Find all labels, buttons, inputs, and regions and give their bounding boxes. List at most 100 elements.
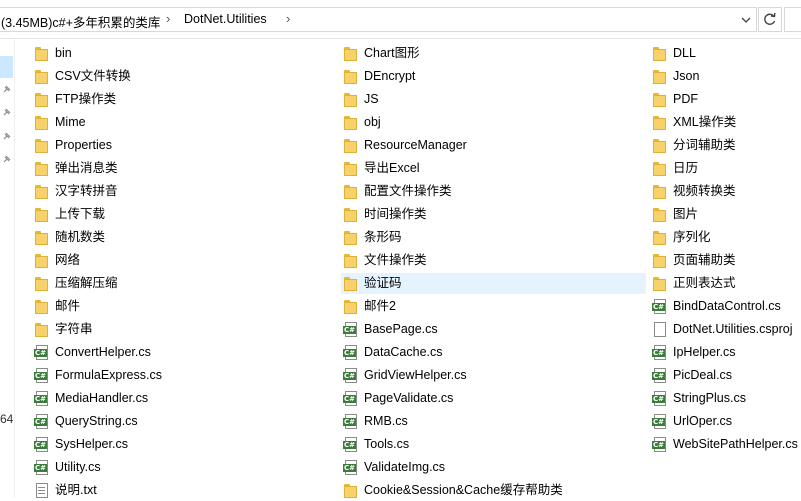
file-item[interactable]: IpHelper.cs (650, 342, 801, 363)
refresh-icon (764, 12, 776, 25)
folder-item[interactable]: obj (341, 112, 646, 133)
breadcrumb-item-current[interactable]: DotNet.Utilities (184, 12, 267, 26)
folder-item[interactable]: 正则表达式 (650, 273, 801, 294)
item-label: 随机数类 (55, 230, 106, 244)
csharp-file-icon (34, 390, 50, 407)
file-item[interactable]: DataCache.cs (341, 342, 646, 363)
file-item[interactable]: UrlOper.cs (650, 411, 801, 432)
file-item[interactable]: DotNet.Utilities.csproj (650, 319, 801, 340)
item-label: DLL (673, 46, 696, 60)
folder-icon (34, 161, 50, 177)
folder-item[interactable]: 验证码 (341, 273, 646, 294)
folder-item[interactable]: ResourceManager (341, 135, 646, 156)
file-item[interactable]: ValidateImg.cs (341, 457, 646, 478)
folder-item[interactable]: 序列化 (650, 227, 801, 248)
item-label: IpHelper.cs (673, 345, 736, 359)
folder-item[interactable]: 邮件2 (341, 296, 646, 317)
folder-item[interactable]: bin (32, 43, 328, 64)
breadcrumb-separator[interactable]: › (166, 11, 170, 26)
folder-icon (343, 253, 359, 269)
folder-icon (34, 276, 50, 292)
folder-icon (652, 138, 668, 154)
file-item[interactable]: BindDataControl.cs (650, 296, 801, 317)
breadcrumb-item-parent[interactable]: (3.45MB)c#+多年积累的类库 (1, 12, 160, 31)
folder-item[interactable]: 页面辅助类 (650, 250, 801, 271)
folder-item[interactable]: CSV文件转换 (32, 66, 328, 87)
item-label: 弹出消息类 (55, 161, 118, 175)
folder-item[interactable]: 配置文件操作类 (341, 181, 646, 202)
file-item[interactable]: PicDeal.cs (650, 365, 801, 386)
folder-icon (652, 92, 668, 108)
item-label: bin (55, 46, 72, 60)
folder-item[interactable]: 随机数类 (32, 227, 328, 248)
folder-item[interactable]: 字符串 (32, 319, 328, 340)
folder-item[interactable]: 上传下载 (32, 204, 328, 225)
file-item[interactable]: StringPlus.cs (650, 388, 801, 409)
folder-icon (34, 69, 50, 85)
breadcrumb[interactable]: (3.45MB)c#+多年积累的类库 › DotNet.Utilities › (0, 7, 757, 32)
item-label: 时间操作类 (364, 207, 427, 221)
folder-item[interactable]: Properties (32, 135, 328, 156)
folder-item[interactable]: 条形码 (341, 227, 646, 248)
folder-item[interactable]: 时间操作类 (341, 204, 646, 225)
item-label: 配置文件操作类 (364, 184, 452, 198)
folder-icon (343, 161, 359, 177)
item-label: 分词辅助类 (673, 138, 736, 152)
folder-item[interactable]: 弹出消息类 (32, 158, 328, 179)
file-item[interactable]: ConvertHelper.cs (32, 342, 328, 363)
folder-item[interactable]: JS (341, 89, 646, 110)
folder-item[interactable]: XML操作类 (650, 112, 801, 133)
navigation-pane: 64 (0, 39, 15, 498)
folder-icon (652, 276, 668, 292)
folder-item[interactable]: 网络 (32, 250, 328, 271)
folder-item[interactable]: 文件操作类 (341, 250, 646, 271)
file-item[interactable]: GridViewHelper.cs (341, 365, 646, 386)
item-label: CSV文件转换 (55, 69, 131, 83)
item-label: Mime (55, 115, 86, 129)
chevron-down-icon[interactable] (738, 13, 754, 27)
item-label: DotNet.Utilities.csproj (673, 322, 793, 336)
folder-icon (34, 253, 50, 269)
breadcrumb-separator[interactable]: › (286, 11, 290, 26)
folder-icon (34, 299, 50, 315)
nav-selected-item[interactable] (0, 56, 13, 78)
folder-item[interactable]: 日历 (650, 158, 801, 179)
folder-item[interactable]: DLL (650, 43, 801, 64)
folder-item[interactable]: Chart图形 (341, 43, 646, 64)
folder-item[interactable]: 汉字转拼音 (32, 181, 328, 202)
folder-icon (652, 184, 668, 200)
folder-item[interactable]: FTP操作类 (32, 89, 328, 110)
folder-item[interactable]: 邮件 (32, 296, 328, 317)
csharp-file-icon (652, 298, 668, 315)
search-input[interactable] (784, 7, 801, 32)
folder-item[interactable]: 分词辅助类 (650, 135, 801, 156)
folder-icon (343, 46, 359, 62)
file-item[interactable]: MediaHandler.cs (32, 388, 328, 409)
folder-item[interactable]: 压缩解压缩 (32, 273, 328, 294)
file-item[interactable]: QueryString.cs (32, 411, 328, 432)
item-label: XML操作类 (673, 115, 737, 129)
file-item[interactable]: WebSitePathHelper.cs (650, 434, 801, 455)
folder-item[interactable]: PDF (650, 89, 801, 110)
file-item[interactable]: Tools.cs (341, 434, 646, 455)
file-item[interactable]: Utility.cs (32, 457, 328, 478)
folder-item[interactable]: Json (650, 66, 801, 87)
item-label: 文件操作类 (364, 253, 427, 267)
nav-item-label[interactable]: 64 (0, 412, 13, 426)
item-label: Json (673, 69, 700, 83)
file-item[interactable]: PageValidate.cs (341, 388, 646, 409)
file-item[interactable]: BasePage.cs (341, 319, 646, 340)
file-item[interactable]: RMB.cs (341, 411, 646, 432)
folder-item[interactable]: 导出Excel (341, 158, 646, 179)
folder-item[interactable]: 图片 (650, 204, 801, 225)
folder-item[interactable]: Mime (32, 112, 328, 133)
folder-icon (343, 299, 359, 315)
folder-item[interactable]: DEncrypt (341, 66, 646, 87)
item-label: 页面辅助类 (673, 253, 736, 267)
file-item[interactable]: FormulaExpress.cs (32, 365, 328, 386)
folder-icon (343, 138, 359, 154)
item-label: Utility.cs (55, 460, 101, 474)
folder-item[interactable]: 视频转换类 (650, 181, 801, 202)
refresh-button[interactable] (758, 7, 782, 32)
file-item[interactable]: SysHelper.cs (32, 434, 328, 455)
